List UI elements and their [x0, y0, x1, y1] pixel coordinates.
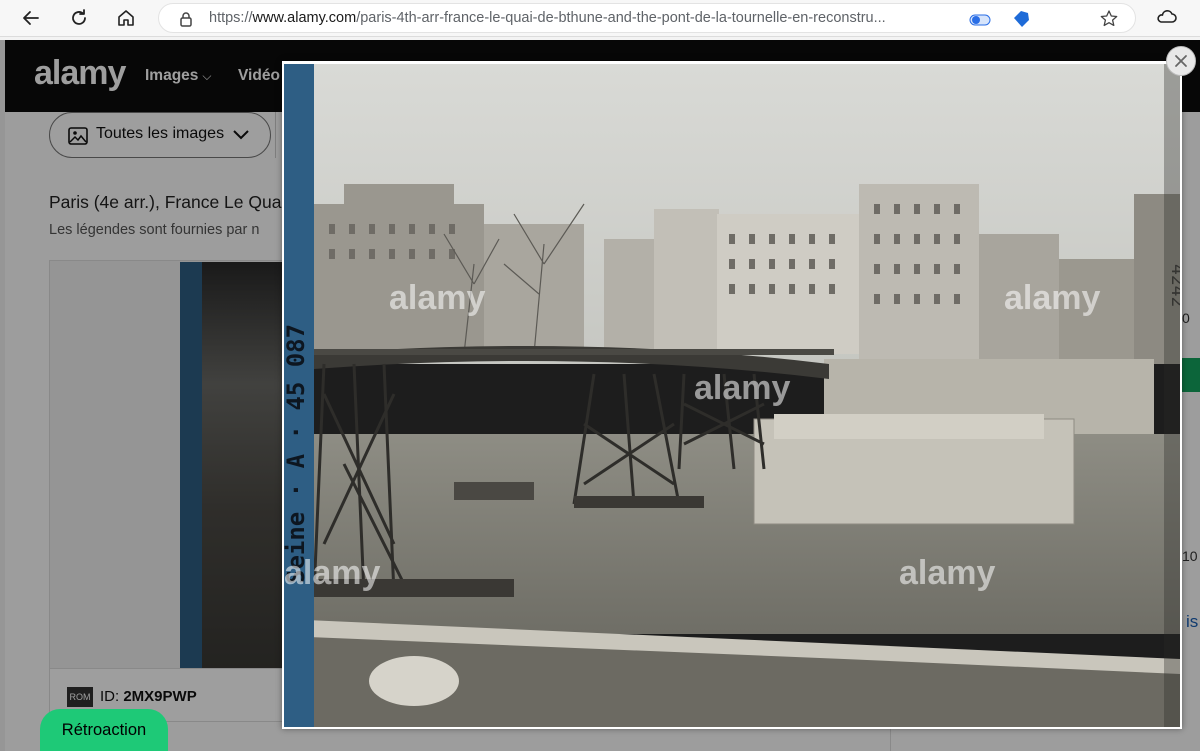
browser-toolbar: https://www.alamy.com/paris-4th-arr-fran… [0, 0, 1200, 37]
watermark: alamy [1004, 279, 1100, 317]
url-text: https://www.alamy.com/paris-4th-arr-fran… [209, 10, 957, 26]
url-prefix: https:// [209, 10, 253, 26]
back-arrow-icon [23, 11, 39, 25]
watermark: alamy [899, 554, 995, 592]
cloud-sync-icon[interactable] [1156, 7, 1178, 27]
refresh-icon [72, 9, 86, 25]
home-icon [118, 10, 134, 26]
watermark: alamy [389, 279, 485, 317]
extension-tag-icon[interactable] [1011, 9, 1031, 29]
back-button[interactable] [17, 4, 45, 32]
address-bar[interactable]: https://www.alamy.com/paris-4th-arr-fran… [158, 3, 1136, 33]
close-icon [1175, 55, 1187, 67]
extension-toggle-icon[interactable] [969, 14, 991, 26]
refresh-button[interactable] [65, 4, 93, 32]
enlarged-photo[interactable]: Seine · A · 45 087 4242 alamy alamy alam… [284, 64, 1180, 727]
url-host: www.alamy.com [252, 10, 357, 26]
photo-artwork: Seine · A · 45 087 4242 alamy alamy alam… [284, 64, 1180, 727]
url-path: /paris-4th-arr-france-le-quai-de-bthune-… [356, 10, 886, 26]
close-viewer-button[interactable] [1166, 46, 1196, 76]
feedback-button[interactable]: Rétroaction [40, 709, 168, 751]
home-button[interactable] [112, 4, 140, 32]
photo-viewer: Seine · A · 45 087 4242 alamy alamy alam… [282, 61, 1182, 729]
watermark: alamy [694, 369, 790, 407]
favorite-star-icon[interactable] [1100, 10, 1118, 28]
plate-annotation-left: Seine · A · 45 087 [284, 324, 310, 584]
lock-icon [180, 12, 192, 27]
watermark: alamy [284, 554, 380, 592]
